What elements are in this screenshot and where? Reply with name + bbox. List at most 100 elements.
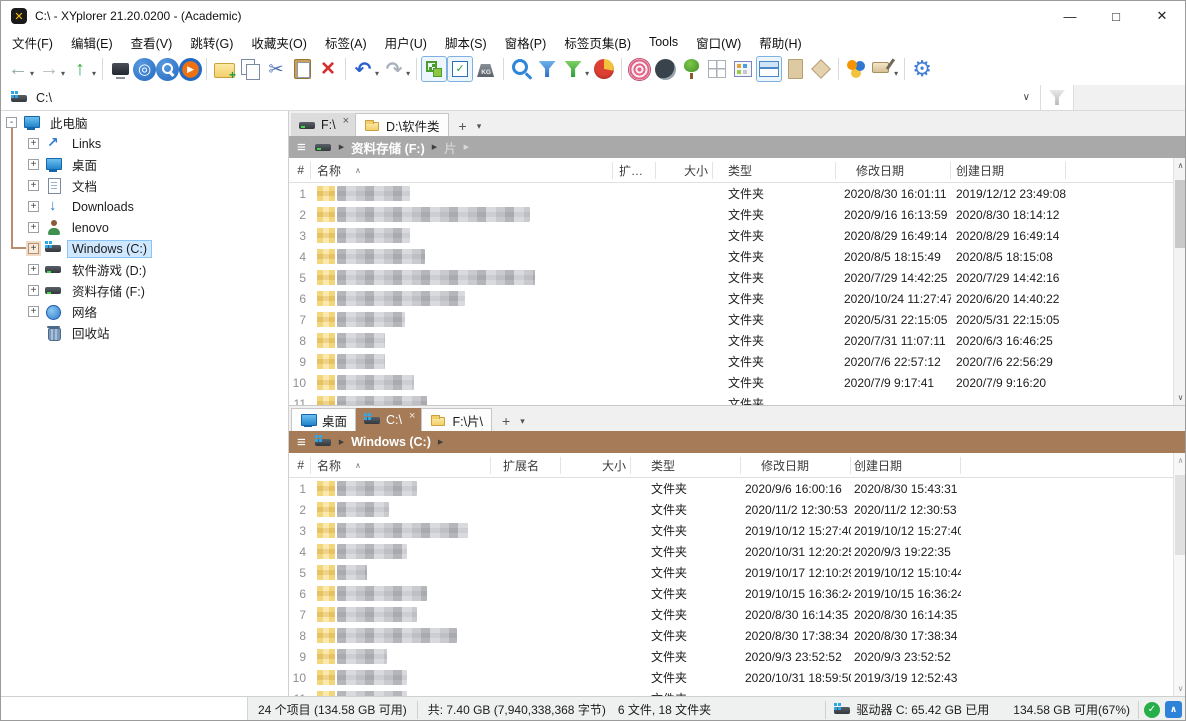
calculate-folder-size-icon[interactable] (473, 56, 499, 82)
new-folder-icon[interactable] (211, 56, 237, 82)
tree-toggle-icon[interactable] (421, 56, 447, 82)
tree-item[interactable]: + lenovo (1, 217, 288, 238)
tree-expander-icon[interactable]: + (28, 243, 39, 254)
status-panel-toggle-icon[interactable]: ∧ (1165, 701, 1182, 718)
tree-item-label[interactable]: 文档 (68, 175, 101, 196)
tree-item-label[interactable]: Links (68, 136, 105, 152)
go-to-icon[interactable] (179, 58, 202, 81)
scroll-down-icon[interactable]: ∨ (1174, 390, 1186, 405)
visual-filter-icon[interactable] (1049, 90, 1065, 105)
menu-item[interactable]: Tools (640, 33, 687, 51)
tree-item[interactable]: + Downloads (1, 196, 288, 217)
tree-item-label[interactable]: 网络 (68, 301, 101, 322)
tab[interactable]: F:\片\ (421, 408, 492, 431)
column-header-modified[interactable]: 修改日期 (836, 162, 951, 179)
dark-mode-icon[interactable] (652, 56, 678, 82)
tree-item-label[interactable]: lenovo (68, 220, 113, 236)
folder-tree-icon[interactable] (678, 56, 704, 82)
tree-item-label[interactable]: 此电脑 (46, 112, 92, 133)
sync-folder-view-icon[interactable] (107, 56, 133, 82)
column-header-name[interactable]: 名称∧ (311, 457, 491, 474)
paste-icon[interactable] (289, 56, 315, 82)
file-row[interactable]: 2 文件夹 2020/9/16 16:13:59 2020/8/30 18:14… (289, 204, 1186, 225)
status-ok-icon[interactable]: ✓ (1144, 702, 1160, 718)
copy-icon[interactable] (237, 56, 263, 82)
column-header-ext[interactable]: 扩展名 (491, 457, 561, 474)
column-header-ext[interactable]: 扩… (613, 162, 656, 179)
maximize-button[interactable]: □ (1093, 1, 1139, 31)
tree-item[interactable]: + 软件游戏 (D:) (1, 259, 288, 280)
breadcrumb-segment[interactable]: Windows (C:) (351, 435, 431, 449)
tab-close-icon[interactable]: × (409, 410, 415, 422)
tree-item[interactable]: - 此电脑 (1, 112, 288, 133)
close-button[interactable]: ✕ (1139, 1, 1185, 31)
tree-item-label[interactable]: 软件游戏 (D:) (68, 259, 150, 280)
zoom-icon[interactable] (156, 58, 179, 81)
tree-item[interactable]: 回收站 (1, 322, 288, 343)
file-row[interactable]: 8 文件夹 2020/7/31 11:07:11 2020/6/3 16:46:… (289, 330, 1186, 351)
menu-item[interactable]: 窗口(W) (687, 31, 750, 54)
redo-icon[interactable] (381, 56, 407, 82)
file-row[interactable]: 2 文件夹 2020/11/2 12:30:53 2020/11/2 12:30… (289, 499, 1186, 520)
column-header-modified[interactable]: 修改日期 (741, 457, 851, 474)
file-row[interactable]: 6 文件夹 2019/10/15 16:36:24 2019/10/15 16:… (289, 583, 1186, 604)
breadcrumb-drive-icon[interactable] (315, 140, 332, 154)
column-header-type[interactable]: 类型 (631, 457, 741, 474)
hotlist-icon[interactable] (133, 58, 156, 81)
column-header-size[interactable]: 大小 (561, 457, 631, 474)
menu-item[interactable]: 标签(A) (316, 31, 376, 54)
tab[interactable]: 桌面 (291, 408, 356, 431)
file-row[interactable]: 6 文件夹 2020/10/24 11:27:47 2020/6/20 14:4… (289, 288, 1186, 309)
menu-item[interactable]: 帮助(H) (750, 31, 810, 54)
tree-item-label[interactable]: 回收站 (68, 322, 114, 343)
column-header-size[interactable]: 大小 (656, 162, 713, 179)
new-tab-button[interactable]: + (492, 413, 518, 431)
cut-icon[interactable] (263, 56, 289, 82)
color-filters-icon[interactable] (843, 56, 869, 82)
scroll-down-icon[interactable]: ∨ (1174, 681, 1186, 696)
new-tab-button[interactable]: + (449, 118, 475, 136)
scrollbar-thumb[interactable] (1175, 475, 1186, 555)
column-header-created[interactable]: 创建日期 (851, 457, 961, 474)
tab[interactable]: D:\软件类 (355, 113, 448, 136)
file-row[interactable]: 10 文件夹 2020/7/9 9:17:41 2020/7/9 9:16:20 (289, 372, 1186, 393)
rotate-panel-icon[interactable] (808, 56, 834, 82)
tree-expander-icon[interactable]: + (28, 222, 39, 233)
tree-item[interactable]: + 资料存储 (F:) (1, 280, 288, 301)
quick-filter-icon[interactable] (560, 56, 586, 82)
file-row[interactable]: 1 文件夹 2020/8/30 16:01:11 2019/12/12 23:4… (289, 183, 1186, 204)
menu-item[interactable]: 用户(U) (376, 31, 436, 54)
tab[interactable]: C:\ × (356, 408, 421, 431)
menu-item[interactable]: 查看(V) (122, 31, 182, 54)
tree-item-label[interactable]: 资料存储 (F:) (68, 280, 149, 301)
column-header-index[interactable]: # (289, 457, 311, 474)
tree-expander-icon[interactable]: + (28, 264, 39, 275)
file-row[interactable]: 9 文件夹 2020/7/6 22:57:12 2020/7/6 22:56:2… (289, 351, 1186, 372)
undo-icon[interactable] (350, 56, 376, 82)
tree-item[interactable]: + Windows (C:) (1, 238, 288, 259)
live-search-icon[interactable] (508, 56, 534, 82)
up-icon[interactable] (67, 56, 93, 82)
file-row[interactable]: 1 文件夹 2020/9/6 16:00:16 2020/8/30 15:43:… (289, 478, 1186, 499)
breadcrumb-segment[interactable]: 资料存储 (F:) (351, 138, 425, 157)
breadcrumb-menu-icon[interactable]: ≡ (297, 139, 306, 156)
tab-close-icon[interactable]: × (343, 115, 349, 127)
bottom-scrollbar[interactable]: ∧ ∨ (1173, 453, 1186, 696)
column-header-created[interactable]: 创建日期 (951, 162, 1066, 179)
tree-expander-icon[interactable]: + (28, 138, 39, 149)
tab[interactable]: F:\ × (291, 113, 355, 136)
file-row[interactable]: 9 文件夹 2020/9/3 23:52:52 2020/9/3 23:52:5… (289, 646, 1186, 667)
menu-item[interactable]: 窗格(P) (496, 31, 556, 54)
menu-item[interactable]: 收藏夹(O) (242, 31, 316, 54)
menu-item[interactable]: 编辑(E) (62, 31, 122, 54)
details-view-icon[interactable] (730, 56, 756, 82)
statistics-icon[interactable] (591, 56, 617, 82)
menu-item[interactable]: 脚本(S) (436, 31, 496, 54)
scroll-up-icon[interactable]: ∧ (1174, 158, 1186, 173)
file-row[interactable]: 7 文件夹 2020/8/30 16:14:35 2020/8/30 16:14… (289, 604, 1186, 625)
split-view-icon[interactable] (756, 56, 782, 82)
file-row[interactable]: 5 文件夹 2020/7/29 14:42:25 2020/7/29 14:42… (289, 267, 1186, 288)
tree-expander-icon[interactable]: + (28, 201, 39, 212)
file-row[interactable]: 3 文件夹 2019/10/12 15:27:40 2019/10/12 15:… (289, 520, 1186, 541)
back-icon[interactable] (5, 56, 31, 82)
